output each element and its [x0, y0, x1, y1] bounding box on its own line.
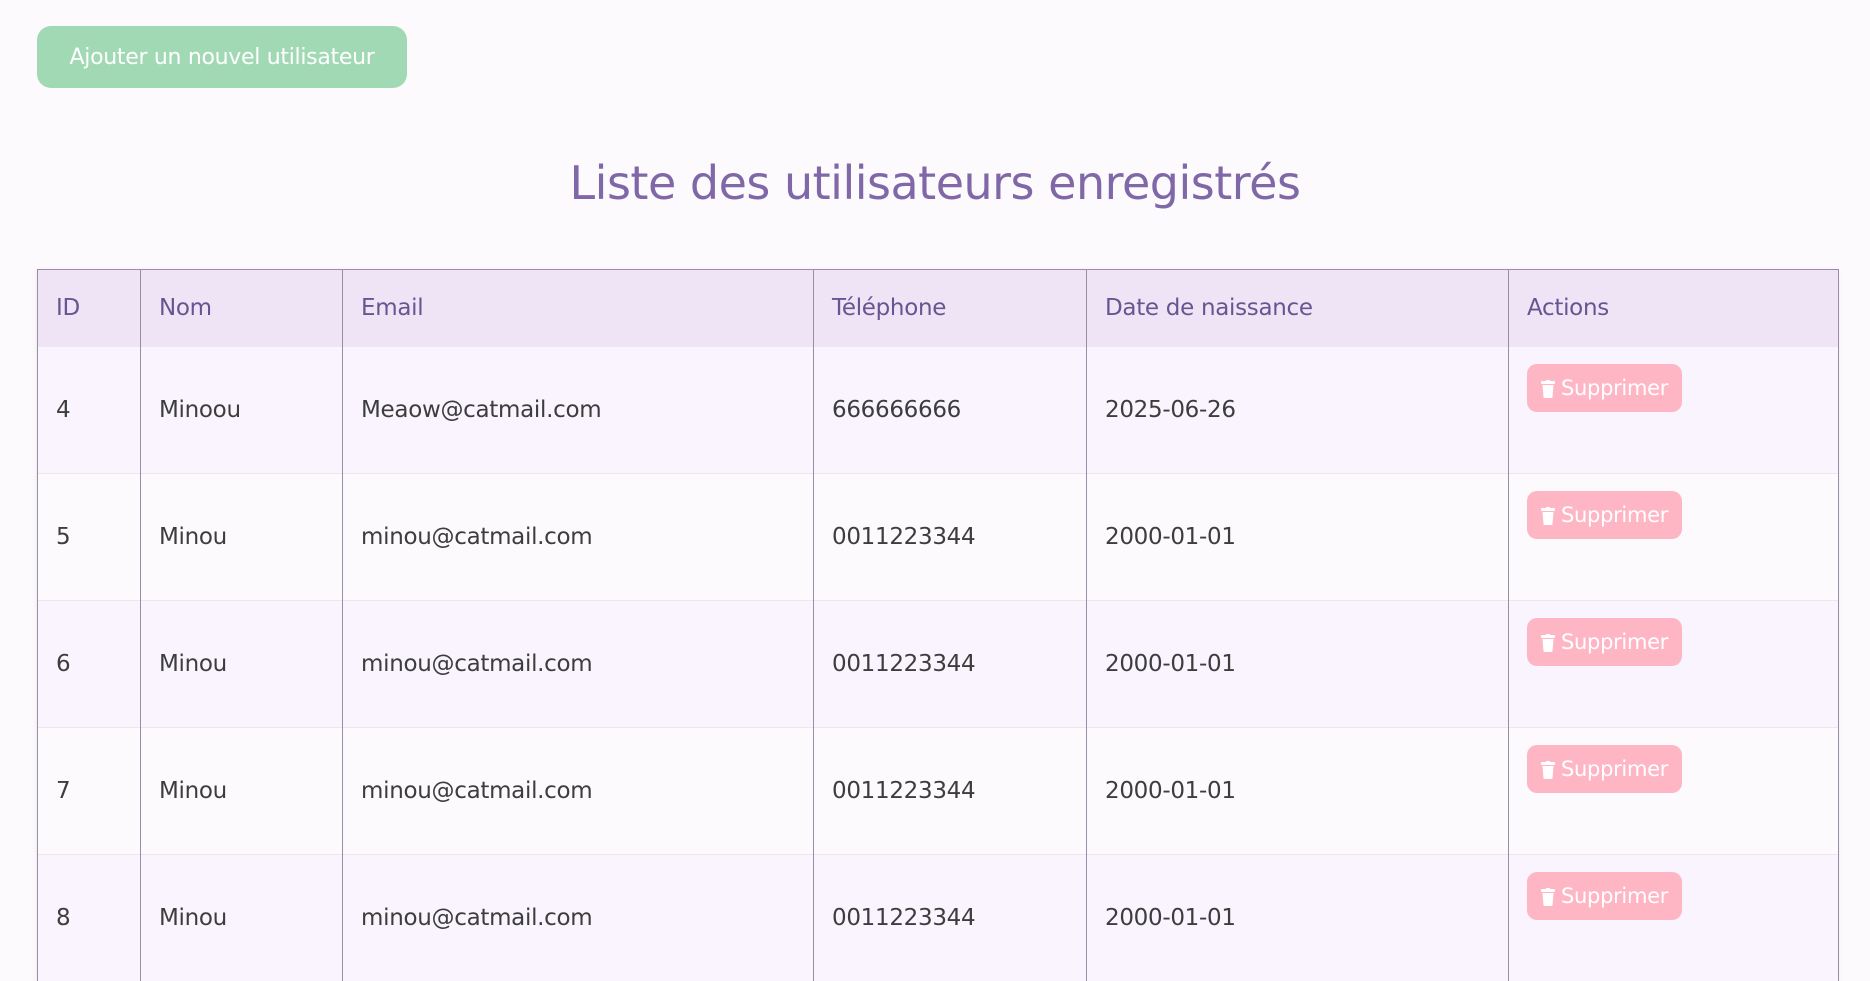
- trash-icon: [1541, 506, 1555, 524]
- trash-icon: [1541, 760, 1555, 778]
- add-user-button[interactable]: Ajouter un nouvel utilisateur: [37, 26, 407, 88]
- cell-actions: Supprimer: [1509, 728, 1839, 855]
- cell-phone: 0011223344: [814, 474, 1087, 601]
- table-row: 6Minouminou@catmail.com00112233442000-01…: [38, 601, 1839, 728]
- table-row: 7Minouminou@catmail.com00112233442000-01…: [38, 728, 1839, 855]
- cell-birthdate: 2025-06-26: [1087, 347, 1509, 474]
- table-header-row: ID Nom Email Téléphone Date de naissance…: [38, 270, 1839, 347]
- cell-actions: Supprimer: [1509, 474, 1839, 601]
- cell-actions: Supprimer: [1509, 601, 1839, 728]
- trash-icon: [1541, 633, 1555, 651]
- cell-name: Minou: [141, 728, 343, 855]
- cell-id: 6: [38, 601, 141, 728]
- cell-birthdate: 2000-01-01: [1087, 474, 1509, 601]
- cell-phone: 666666666: [814, 347, 1087, 474]
- cell-email: minou@catmail.com: [343, 601, 814, 728]
- users-table: ID Nom Email Téléphone Date de naissance…: [37, 269, 1839, 981]
- delete-button-label: Supprimer: [1561, 757, 1668, 781]
- cell-name: Minou: [141, 601, 343, 728]
- delete-button[interactable]: Supprimer: [1527, 618, 1682, 666]
- trash-icon: [1541, 379, 1555, 397]
- column-header-name: Nom: [141, 270, 343, 347]
- cell-id: 5: [38, 474, 141, 601]
- cell-email: minou@catmail.com: [343, 728, 814, 855]
- column-header-actions: Actions: [1509, 270, 1839, 347]
- column-header-birthdate: Date de naissance: [1087, 270, 1509, 347]
- column-header-phone: Téléphone: [814, 270, 1087, 347]
- cell-actions: Supprimer: [1509, 347, 1839, 474]
- table-row: 5Minouminou@catmail.com00112233442000-01…: [38, 474, 1839, 601]
- delete-button[interactable]: Supprimer: [1527, 364, 1682, 412]
- delete-button[interactable]: Supprimer: [1527, 872, 1682, 920]
- delete-button-label: Supprimer: [1561, 884, 1668, 908]
- cell-name: Minoou: [141, 347, 343, 474]
- page-title: Liste des utilisateurs enregistrés: [0, 150, 1870, 216]
- cell-id: 4: [38, 347, 141, 474]
- delete-button[interactable]: Supprimer: [1527, 745, 1682, 793]
- column-header-id: ID: [38, 270, 141, 347]
- users-table-container: ID Nom Email Téléphone Date de naissance…: [37, 269, 1838, 981]
- cell-email: minou@catmail.com: [343, 474, 814, 601]
- cell-name: Minou: [141, 474, 343, 601]
- cell-email: Meaow@catmail.com: [343, 347, 814, 474]
- column-header-email: Email: [343, 270, 814, 347]
- delete-button-label: Supprimer: [1561, 630, 1668, 654]
- cell-phone: 0011223344: [814, 601, 1087, 728]
- table-row: 4MinoouMeaow@catmail.com6666666662025-06…: [38, 347, 1839, 474]
- delete-button-label: Supprimer: [1561, 376, 1668, 400]
- cell-phone: 0011223344: [814, 728, 1087, 855]
- cell-id: 7: [38, 728, 141, 855]
- cell-birthdate: 2000-01-01: [1087, 728, 1509, 855]
- trash-icon: [1541, 887, 1555, 905]
- delete-button[interactable]: Supprimer: [1527, 491, 1682, 539]
- cell-birthdate: 2000-01-01: [1087, 601, 1509, 728]
- delete-button-label: Supprimer: [1561, 503, 1668, 527]
